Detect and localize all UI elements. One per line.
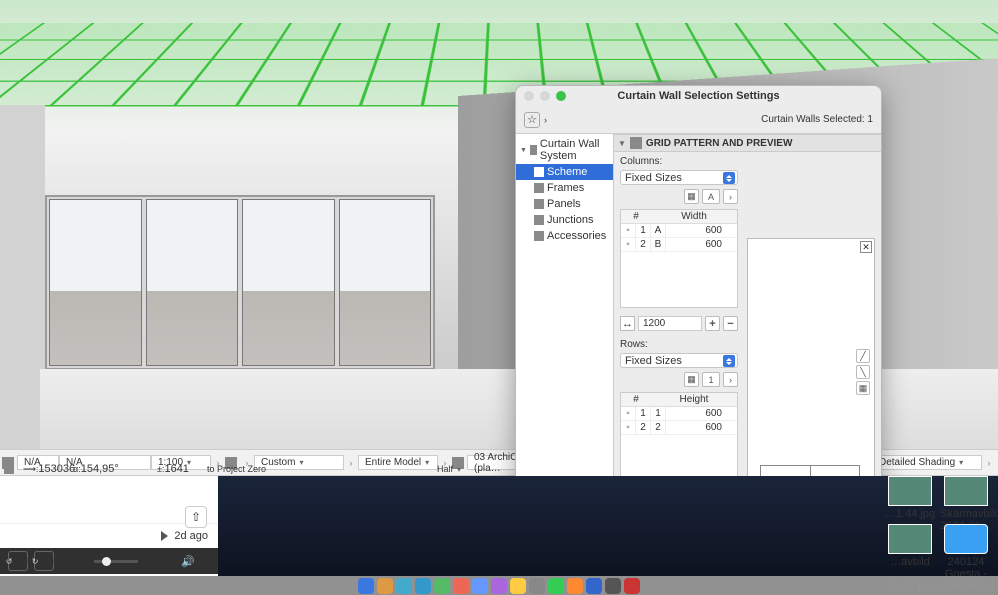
chevron-right-icon[interactable]: ›: [723, 189, 738, 204]
table-row[interactable]: ◦2B600: [621, 238, 737, 252]
preview-tool-icon[interactable]: ╱: [856, 349, 870, 363]
tree-frames[interactable]: Frames: [516, 180, 613, 196]
selection-count: Curtain Walls Selected: 1: [761, 114, 873, 125]
progress-bar[interactable]: [94, 560, 138, 563]
table-row[interactable]: ◦1A600: [621, 224, 737, 238]
table-row[interactable]: ◦22600: [621, 421, 737, 435]
chevron-down-icon[interactable]: ⌄: [201, 555, 210, 568]
columns-label: Columns:: [620, 156, 738, 167]
player-elapsed: 12:33: [60, 555, 88, 567]
sb-angle: α: 154,95°: [67, 463, 123, 475]
accessories-icon: [534, 231, 544, 241]
tree-root[interactable]: ▼Curtain Wall System: [516, 136, 613, 164]
dialog-title: Curtain Wall Selection Settings: [617, 90, 779, 102]
dock-app-icon[interactable]: [358, 578, 374, 594]
chevron-right-icon[interactable]: ›: [723, 372, 738, 387]
desktop-area: ⇧ 2d ago ↺30s ↻30s 12:33 -48:08 🔊 ⌄ …1.4…: [0, 476, 998, 595]
row-number[interactable]: 1: [702, 372, 720, 387]
play-icon[interactable]: [161, 531, 168, 541]
dock-app-icon[interactable]: [377, 578, 393, 594]
arrow-icon: [4, 464, 14, 474]
chevron-right-icon[interactable]: ›: [544, 115, 547, 125]
dock-app-icon[interactable]: [605, 578, 621, 594]
close-icon[interactable]: [524, 91, 534, 101]
remove-button[interactable]: −: [723, 316, 738, 331]
minimize-icon[interactable]: [540, 91, 550, 101]
volume-icon[interactable]: 🔊: [181, 555, 195, 568]
dock-app-icon[interactable]: [453, 578, 469, 594]
rows-mode-select[interactable]: Fixed Sizes: [620, 353, 738, 368]
wall-left: [0, 105, 45, 449]
width-icon: ↔: [620, 316, 635, 331]
dock-app-icon[interactable]: [548, 578, 564, 594]
dock-app-icon[interactable]: [491, 578, 507, 594]
sb-dist: ⟶: 153036: [17, 463, 67, 475]
rows-grid-icon[interactable]: ▦: [684, 372, 699, 387]
columns-mode-select[interactable]: Fixed Sizes: [620, 170, 738, 185]
desktop-file[interactable]: …1.44.jpg: [884, 476, 936, 520]
add-button[interactable]: +: [705, 316, 720, 331]
columns-table: #Width ◦1A600 ◦2B600: [620, 209, 738, 308]
panels-icon: [534, 199, 544, 209]
player-ago: 2d ago: [174, 530, 208, 542]
tree-scheme[interactable]: Scheme: [516, 164, 613, 180]
preview-tool-icon[interactable]: ╲: [856, 365, 870, 379]
dock-app-icon[interactable]: [624, 578, 640, 594]
desktop-icons: …1.44.jpg Skärmavbild 2024-01…3.34.jpg ……: [879, 476, 994, 572]
junctions-icon: [534, 215, 544, 225]
upload-icon[interactable]: ⇧: [185, 506, 207, 528]
column-letter[interactable]: A: [702, 189, 720, 204]
sb-elev: ±: 1641: [151, 463, 201, 475]
scheme-icon: [534, 167, 544, 177]
dock[interactable]: [0, 576, 998, 595]
dock-app-icon[interactable]: [586, 578, 602, 594]
window-row: [45, 195, 435, 370]
preview-tool-icon[interactable]: ▦: [856, 381, 870, 395]
dock-app-icon[interactable]: [529, 578, 545, 594]
table-row[interactable]: ◦11600: [621, 407, 737, 421]
dialog-top-bar: ☆ › Curtain Walls Selected: 1: [516, 106, 881, 134]
player-remaining: -48:08: [144, 555, 175, 567]
rows-label: Rows:: [620, 339, 738, 350]
podcast-player: ⇧ 2d ago ↺30s ↻30s 12:33 -48:08 🔊 ⌄: [0, 476, 218, 576]
forward-button[interactable]: ↻30s: [34, 551, 54, 571]
columns-total-input[interactable]: 1200: [638, 316, 702, 331]
window-controls[interactable]: [524, 91, 566, 101]
dock-app-icon[interactable]: [434, 578, 450, 594]
dialog-titlebar[interactable]: Curtain Wall Selection Settings: [516, 86, 881, 106]
grid-icon: [630, 137, 642, 149]
section-grid-header[interactable]: ▼ GRID PATTERN AND PREVIEW: [614, 134, 881, 152]
dock-app-icon[interactable]: [472, 578, 488, 594]
zoom-icon[interactable]: [556, 91, 566, 101]
dock-app-icon[interactable]: [567, 578, 583, 594]
half-select[interactable]: Half: [431, 463, 487, 475]
close-icon[interactable]: ✕: [860, 241, 872, 253]
sb-origin[interactable]: to Project Zero: [201, 463, 281, 475]
tree-accessories[interactable]: Accessories: [516, 228, 613, 244]
columns-grid-icon[interactable]: ▦: [684, 189, 699, 204]
dock-app-icon[interactable]: [415, 578, 431, 594]
frames-icon: [534, 183, 544, 193]
favorite-button[interactable]: ☆: [524, 112, 540, 128]
tree-junctions[interactable]: Junctions: [516, 212, 613, 228]
tree-panels[interactable]: Panels: [516, 196, 613, 212]
rewind-button[interactable]: ↺30s: [8, 551, 28, 571]
curtain-wall-icon: [530, 145, 537, 155]
dock-app-icon[interactable]: [510, 578, 526, 594]
dock-app-icon[interactable]: [396, 578, 412, 594]
